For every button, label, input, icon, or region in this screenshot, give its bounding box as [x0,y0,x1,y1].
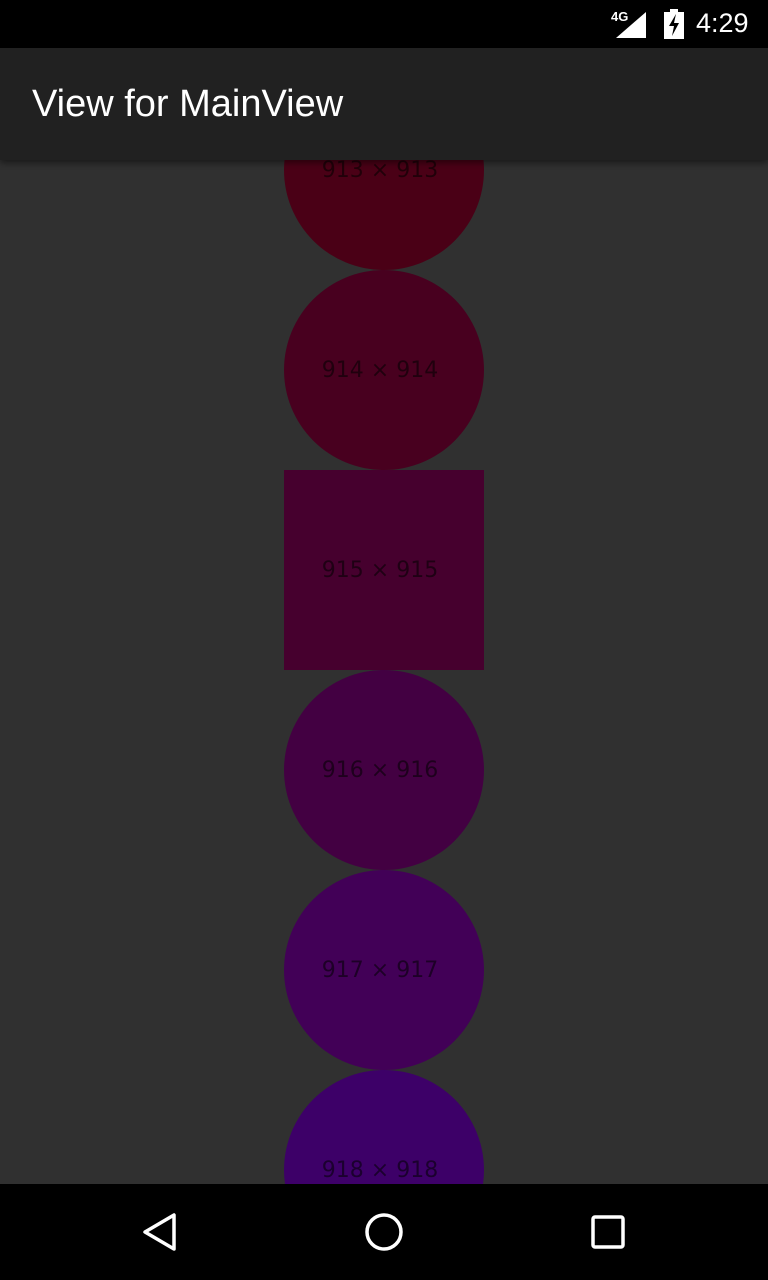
back-icon [143,1213,176,1251]
back-button[interactable] [130,1202,190,1262]
navigation-bar [0,1184,768,1280]
status-bar: 4G 4:29 [0,0,768,48]
list-item-915[interactable]: 915 × 915 [284,470,484,670]
recents-icon [591,1215,625,1249]
item-label: 918 × 918 [321,1157,439,1183]
item-label: 915 × 915 [321,557,439,583]
list-item-918[interactable]: 918 × 918 [284,1070,484,1184]
item-label: 914 × 914 [321,357,439,383]
page-title: View for MainView [32,83,344,125]
app-bar: View for MainView [0,48,768,160]
battery-charging-icon [664,9,684,39]
list-item-914[interactable]: 914 × 914 [284,270,484,470]
item-label: 917 × 917 [321,957,439,983]
item-label: 916 × 916 [321,757,439,783]
item-label: 913 × 913 [321,160,439,183]
clock: 4:29 [696,8,749,38]
shape-list[interactable]: 913 × 913 914 × 914 915 × 915 916 × 916 … [0,160,768,1184]
home-button[interactable] [354,1202,414,1262]
list-item-917[interactable]: 917 × 917 [284,870,484,1070]
list-item-916[interactable]: 916 × 916 [284,670,484,870]
home-icon [365,1213,403,1251]
list-item-913[interactable]: 913 × 913 [284,160,484,270]
recents-button[interactable] [578,1202,638,1262]
signal-icon [616,12,646,38]
